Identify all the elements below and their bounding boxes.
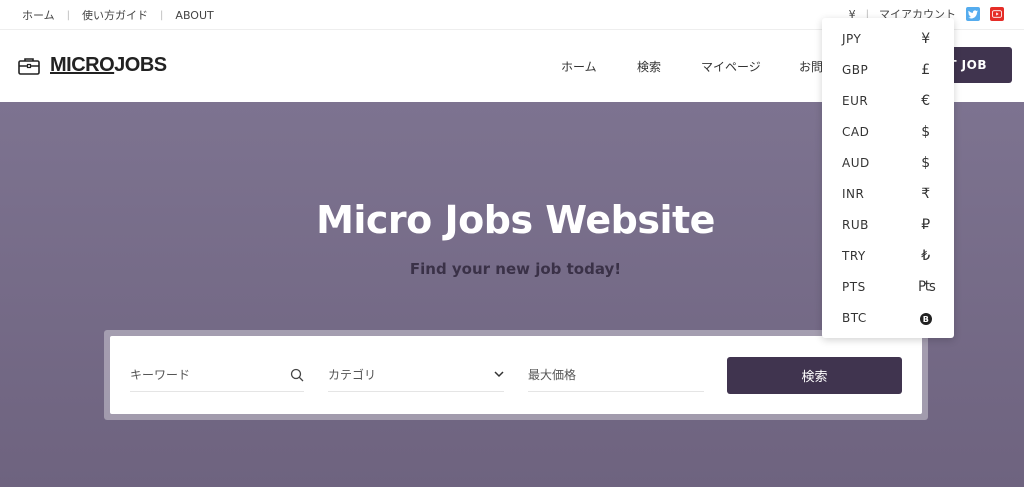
currency-option-aud[interactable]: AUD $ <box>822 147 954 178</box>
currency-option-cad[interactable]: CAD $ <box>822 116 954 147</box>
search-panel: キーワード カテゴリ 最大価格 検索 <box>104 330 928 420</box>
max-price-input[interactable]: 最大価格 <box>528 358 704 392</box>
nav-item-home[interactable]: ホーム <box>561 58 597 75</box>
briefcase-icon <box>18 57 40 75</box>
currency-code: AUD <box>842 155 870 170</box>
category-select[interactable]: カテゴリ <box>328 358 504 392</box>
currency-symbol: ¥ <box>921 30 931 47</box>
max-price-placeholder: 最大価格 <box>528 368 577 382</box>
bitcoin-glyph: B <box>920 313 932 325</box>
currency-code: CAD <box>842 124 870 139</box>
top-link-home[interactable]: ホーム <box>22 7 55 23</box>
top-link-about[interactable]: ABOUT <box>175 9 213 22</box>
currency-option-jpy[interactable]: JPY ¥ <box>822 23 954 54</box>
currency-option-btc[interactable]: BTC B <box>822 302 954 333</box>
logo-text: MICROJOBS <box>50 54 167 76</box>
search-button[interactable]: 検索 <box>727 357 902 394</box>
currency-option-inr[interactable]: INR ₹ <box>822 178 954 209</box>
currency-symbol: ₧ <box>918 278 937 295</box>
search-form: キーワード カテゴリ 最大価格 検索 <box>110 336 922 414</box>
currency-option-eur[interactable]: EUR € <box>822 85 954 116</box>
currency-symbol: £ <box>921 61 931 78</box>
currency-option-gbp[interactable]: GBP £ <box>822 54 954 85</box>
currency-code: TRY <box>842 248 866 263</box>
currency-code: JPY <box>842 31 862 46</box>
currency-code: PTS <box>842 279 866 294</box>
top-links: ホーム | 使い方ガイド | ABOUT <box>22 7 214 23</box>
search-icon <box>290 368 304 381</box>
currency-symbol: $ <box>921 123 931 140</box>
currency-symbol: ₹ <box>921 185 931 202</box>
nav-item-mypage[interactable]: マイページ <box>701 58 761 75</box>
youtube-icon[interactable] <box>990 7 1004 21</box>
currency-code: GBP <box>842 62 869 77</box>
currency-option-rub[interactable]: RUB ₽ <box>822 209 954 240</box>
currency-code: BTC <box>842 310 867 325</box>
currency-symbol: $ <box>921 154 931 171</box>
twitter-icon[interactable] <box>966 7 980 21</box>
top-link-guide[interactable]: 使い方ガイド <box>82 7 148 23</box>
separator: | <box>66 9 71 21</box>
nav-item-search[interactable]: 検索 <box>637 58 661 75</box>
nav-item-contact[interactable]: お問 <box>799 58 823 75</box>
currency-symbol: ₺ <box>921 247 931 264</box>
keyword-input[interactable]: キーワード <box>130 358 304 392</box>
logo[interactable]: MICROJOBS <box>18 54 167 77</box>
currency-symbol: € <box>921 92 931 109</box>
currency-dropdown: JPY ¥ GBP £ EUR € CAD $ AUD $ INR ₹ RUB ₽ TRY ₺ PTS ₧ BTC B <box>822 18 954 338</box>
separator: | <box>160 9 164 21</box>
chevron-down-icon <box>494 371 504 378</box>
currency-option-try[interactable]: TRY ₺ <box>822 240 954 271</box>
bitcoin-icon: B <box>918 310 934 326</box>
keyword-placeholder: キーワード <box>130 368 191 382</box>
currency-code: INR <box>842 186 865 201</box>
currency-symbol: ₽ <box>921 216 931 233</box>
currency-option-pts[interactable]: PTS ₧ <box>822 271 954 302</box>
currency-code: EUR <box>842 93 869 108</box>
category-placeholder: カテゴリ <box>328 368 377 382</box>
currency-code: RUB <box>842 217 869 232</box>
